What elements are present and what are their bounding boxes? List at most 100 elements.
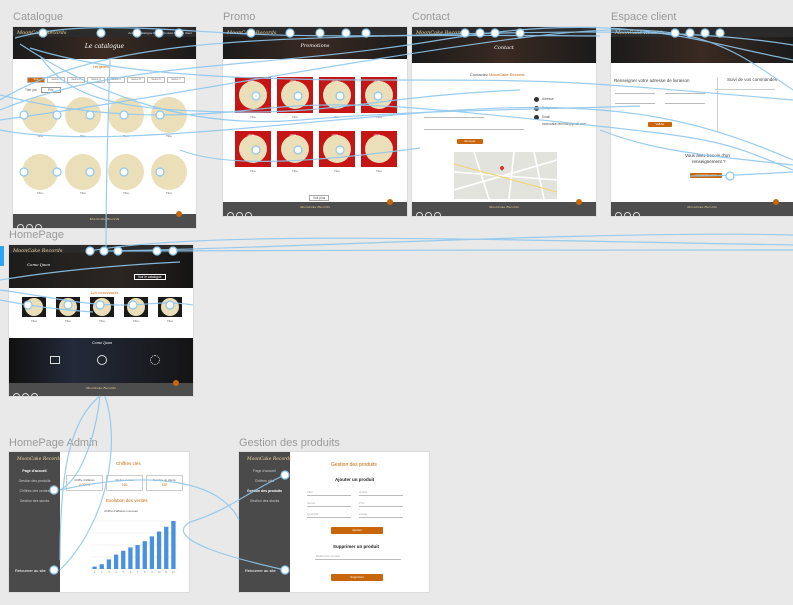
artboard-homepage-admin[interactable]: MoonCake Records Retourner au site Page …	[9, 452, 189, 592]
promo-card[interactable]: -20% Titre	[361, 131, 397, 179]
product-title: Titre	[292, 169, 298, 173]
country-field[interactable]	[665, 103, 705, 104]
form-field-input[interactable]	[359, 517, 403, 518]
sort-label: Trier par	[25, 88, 37, 92]
news-card[interactable]: Titre	[90, 297, 114, 329]
artboard-catalogue[interactable]: MoonCake Records Accueil Catalogue Promo…	[13, 27, 196, 228]
instagram-icon[interactable]	[26, 224, 33, 228]
news-card[interactable]: Titre	[124, 297, 148, 329]
genre-filter-button[interactable]: Genre 3	[87, 77, 105, 83]
twitter-icon[interactable]	[245, 212, 252, 216]
delete-product-field[interactable]	[315, 559, 401, 560]
validate-button[interactable]: Valider	[648, 122, 672, 127]
promo-card[interactable]: -20% Titre	[277, 77, 313, 125]
scroll-top-button[interactable]	[176, 211, 182, 217]
more-button[interactable]: Voir plus	[309, 195, 330, 201]
product-card[interactable]: Titre	[22, 97, 58, 141]
chart-tick-label: 9	[151, 571, 153, 574]
product-card[interactable]: Titre	[108, 97, 144, 141]
product-card[interactable]: Titre	[65, 97, 101, 141]
promo-card[interactable]: -20% Titre	[361, 77, 397, 125]
message-field[interactable]	[424, 129, 524, 130]
scroll-top-button[interactable]	[773, 199, 779, 205]
artboard-contact[interactable]: MoonCake Records Contact Contactez MoonC…	[412, 27, 596, 216]
artboard-gestion-produits[interactable]: MoonCake Records Retourner au site Page …	[239, 452, 429, 592]
form-field-input[interactable]	[307, 506, 351, 507]
product-card[interactable]: Titre	[22, 154, 58, 198]
discount-badge: -20%	[247, 79, 255, 83]
address-field[interactable]	[615, 93, 655, 94]
scroll-top-button[interactable]	[173, 380, 179, 386]
admin-menu-item[interactable]: Chiffres des ventes	[9, 489, 60, 493]
artboard-promo[interactable]: MoonCake Records Promotions Voir plus Mo…	[223, 27, 407, 216]
promo-card[interactable]: -20% Titre	[235, 77, 271, 125]
facebook-icon[interactable]	[227, 212, 234, 216]
add-product-button[interactable]: Ajouter	[331, 527, 383, 534]
form-field-input[interactable]	[307, 517, 351, 518]
product-card[interactable]: Titre	[108, 154, 144, 198]
form-field-input[interactable]	[307, 495, 351, 496]
admin-menu-item[interactable]: Gestion des produits	[9, 479, 60, 483]
genre-filter-button[interactable]: Genre 7	[167, 77, 185, 83]
news-card[interactable]: Titre	[22, 297, 46, 329]
instagram-icon[interactable]	[425, 212, 432, 216]
artboard-espace-client[interactable]: MoonCake Records Renseigner votre adress…	[611, 27, 793, 216]
instagram-icon[interactable]	[236, 212, 243, 216]
artboard-homepage[interactable]: MoonCake Records Come Ijaon Voir le cata…	[9, 245, 193, 396]
news-card[interactable]: Titre	[158, 297, 182, 329]
product-card[interactable]: Titre	[151, 97, 187, 141]
hero-button[interactable]: Voir le catalogue	[134, 274, 166, 280]
admin-menu-item[interactable]: Page d'accueil	[239, 469, 290, 473]
vinyl-icon	[97, 355, 107, 365]
genre-filter-button[interactable]: Genre 6	[147, 77, 165, 83]
chart-subtitle: Chiffre d'affaires mensuel	[104, 509, 138, 513]
help-contact-button[interactable]: Contactez-nous	[690, 173, 722, 178]
admin-menu-item[interactable]: Gestion des stocks	[9, 499, 60, 503]
facebook-icon[interactable]	[17, 224, 24, 228]
form-field-input[interactable]	[359, 506, 403, 507]
product-title: Titre	[123, 134, 129, 138]
admin-menu-item[interactable]: Gestion des stocks	[239, 499, 290, 503]
promo-card[interactable]: -20% Titre	[277, 131, 313, 179]
contact-email[interactable]: mooncake.records@gmail.com	[542, 122, 586, 126]
genre-filter-button[interactable]: Genre 4	[107, 77, 125, 83]
product-title: Titre	[166, 134, 172, 138]
product-card[interactable]: Titre	[151, 154, 187, 198]
delete-product-button[interactable]: Supprimer	[331, 574, 383, 581]
twitter-icon[interactable]	[31, 393, 38, 396]
admin-menu-item[interactable]: Gestion des produits	[239, 489, 290, 493]
map[interactable]	[453, 151, 558, 200]
instagram-icon[interactable]	[22, 393, 29, 396]
return-to-site[interactable]: Retourner au site	[245, 568, 276, 573]
name-field[interactable]	[424, 117, 484, 118]
form-field-input[interactable]	[359, 495, 403, 496]
send-button[interactable]: Envoyer	[457, 139, 483, 144]
genre-filter-button[interactable]: Genre 2	[67, 77, 85, 83]
sort-select[interactable]: Prix	[41, 87, 61, 93]
genre-filter-button[interactable]: Genre 5	[127, 77, 145, 83]
admin-menu-item[interactable]: Page d'accueil	[9, 469, 60, 473]
promo-card[interactable]: -20% Titre	[319, 131, 355, 179]
admin-menu-item[interactable]: Chiffres clés	[239, 479, 290, 483]
promo-card[interactable]: -20% Titre	[235, 131, 271, 179]
return-to-site[interactable]: Retourner au site	[15, 568, 46, 573]
city-field[interactable]	[665, 93, 705, 94]
homepage-flow-marker[interactable]	[0, 246, 4, 266]
genre-filter-button[interactable]: Tous	[27, 77, 45, 83]
instagram-icon[interactable]	[624, 212, 631, 216]
scroll-top-button[interactable]	[576, 199, 582, 205]
product-card[interactable]: Titre	[65, 154, 101, 198]
news-card[interactable]: Titre	[56, 297, 80, 329]
twitter-icon[interactable]	[434, 212, 441, 216]
facebook-icon[interactable]	[615, 212, 622, 216]
zip-field[interactable]	[615, 103, 655, 104]
promo-card[interactable]: -20% Titre	[319, 77, 355, 125]
facebook-icon[interactable]	[13, 393, 20, 396]
twitter-icon[interactable]	[633, 212, 640, 216]
add-product-title: Ajouter un produit	[335, 477, 375, 482]
hero-banner: Come Ijaon Voir le catalogue	[9, 253, 193, 288]
twitter-icon[interactable]	[35, 224, 42, 228]
scroll-top-button[interactable]	[387, 199, 393, 205]
facebook-icon[interactable]	[416, 212, 423, 216]
genre-filter-button[interactable]: Genre 1	[47, 77, 65, 83]
